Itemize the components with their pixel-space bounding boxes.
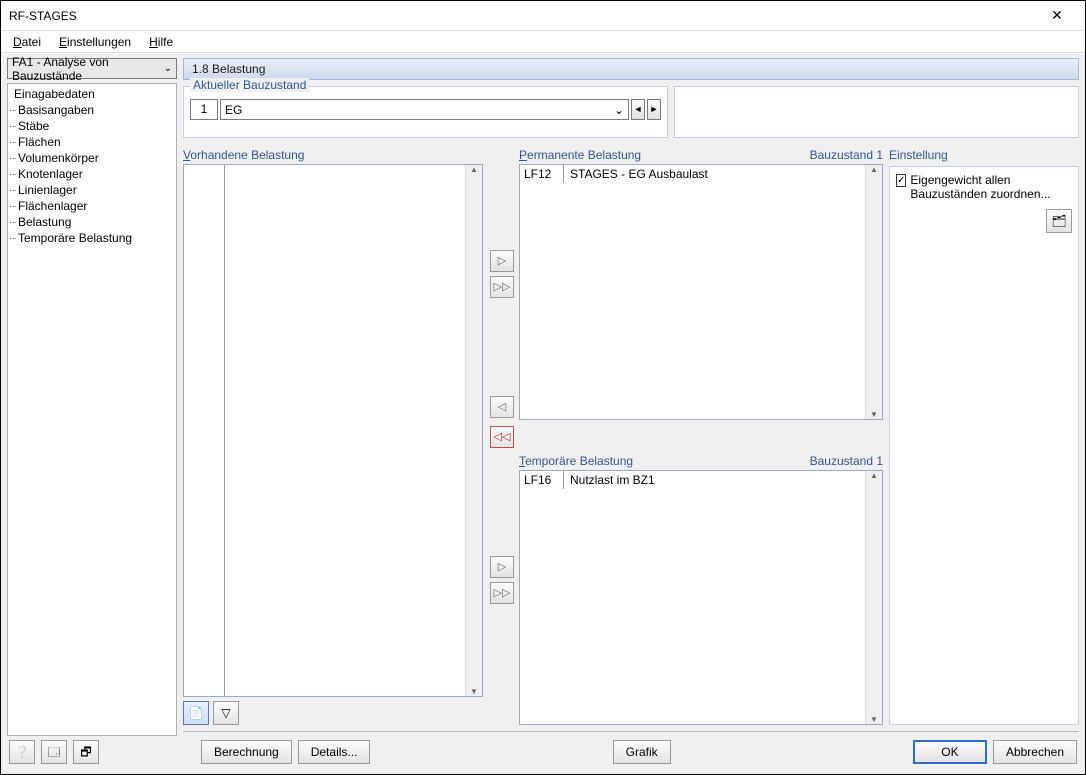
- bottombar: ❔ 🗔 🗗 Berechnung Details... Grafik OK Ab…: [1, 736, 1085, 774]
- bauzustand-select-text: EG: [225, 103, 242, 117]
- tree-item[interactable]: Volumenkörper: [8, 150, 176, 166]
- move-right-temp[interactable]: ▷: [490, 556, 514, 578]
- menubar: Datei Einstellungen Hilfe: [1, 31, 1085, 53]
- bauzustand-number[interactable]: 1: [190, 99, 218, 120]
- bauzustand-select[interactable]: EG ⌄: [220, 99, 629, 120]
- list-tool-doc[interactable]: 📄: [183, 701, 209, 725]
- list-item[interactable]: LF16 Nutzlast im BZ1: [520, 471, 865, 489]
- tree-item[interactable]: Flächenlager: [8, 198, 176, 214]
- bauzustand-label: Aktueller Bauzustand: [190, 78, 309, 92]
- tree-item[interactable]: Basisangaben: [8, 102, 176, 118]
- window: RF-STAGES ✕ Datei Einstellungen Hilfe FA…: [0, 0, 1086, 775]
- temp-load-col: Temporäre Belastung Bauzustand 1 LF16 Nu…: [519, 454, 883, 726]
- move-left[interactable]: ◁: [490, 396, 514, 418]
- scrollbar[interactable]: [865, 471, 882, 725]
- grafik-button[interactable]: Grafik: [613, 740, 671, 764]
- analysis-combo-text: FA1 - Analyse von Bauzustände: [12, 55, 164, 83]
- move-right-all-temp[interactable]: ▷▷: [490, 582, 514, 604]
- move-right[interactable]: ▷: [490, 250, 514, 272]
- calc-button[interactable]: Berechnung: [201, 740, 292, 764]
- tree-item[interactable]: Linienlager: [8, 182, 176, 198]
- main: 1.8 Belastung Aktueller Bauzustand 1 EG …: [183, 58, 1079, 736]
- nav-tree: Einagabedaten Basisangaben Stäbe Flächen…: [7, 83, 177, 736]
- temp-load-header: Temporäre Belastung Bauzustand 1: [519, 454, 883, 468]
- ok-button[interactable]: OK: [913, 740, 987, 764]
- settings-box: ✓ Eigengewicht allen Bauzuständen zuordn…: [889, 166, 1079, 725]
- help-button[interactable]: ❔: [9, 740, 35, 764]
- close-icon[interactable]: ✕: [1037, 7, 1077, 24]
- menu-help[interactable]: Hilfe: [141, 33, 181, 51]
- scrollbar[interactable]: [465, 165, 482, 696]
- tool-b-button[interactable]: 🗗: [73, 740, 99, 764]
- chevron-down-icon: ⌄: [164, 63, 172, 74]
- tree-item[interactable]: Flächen: [8, 134, 176, 150]
- window-title: RF-STAGES: [9, 9, 1037, 23]
- menu-file[interactable]: Datei: [5, 33, 49, 51]
- perm-load-col: Permanente Belastung Bauzustand 1 LF12 S…: [519, 148, 883, 420]
- bauzustand-prev[interactable]: ◄: [631, 99, 645, 120]
- temp-load-list[interactable]: LF16 Nutzlast im BZ1: [519, 470, 883, 726]
- available-load-label: Vorhandene Belastung: [183, 148, 483, 162]
- checkbox-icon: ✓: [896, 174, 906, 187]
- details-button[interactable]: Details...: [298, 740, 371, 764]
- list-item[interactable]: LF12 STAGES - EG Ausbaulast: [520, 165, 865, 183]
- scrollbar[interactable]: [865, 165, 882, 419]
- titlebar: RF-STAGES ✕: [1, 1, 1085, 31]
- perm-load-list[interactable]: LF12 STAGES - EG Ausbaulast: [519, 164, 883, 420]
- move-col-top: ▷ ▷▷ ◁: [489, 148, 515, 420]
- menu-settings[interactable]: Einstellungen: [51, 33, 139, 51]
- tool-a-button[interactable]: 🗔: [41, 740, 67, 764]
- assign-selfweight-label: Eigengewicht allen Bauzuständen zuordnen…: [910, 173, 1072, 201]
- perm-load-header: Permanente Belastung Bauzustand 1: [519, 148, 883, 162]
- bauzustand-next[interactable]: ►: [647, 99, 661, 120]
- move-left-all[interactable]: ◁◁: [490, 426, 514, 448]
- body: FA1 - Analyse von Bauzustände ⌄ Einagabe…: [1, 53, 1085, 736]
- settings-col: Einstellung ✓ Eigengewicht allen Bauzust…: [889, 148, 1079, 725]
- chevron-down-icon: ⌄: [614, 103, 624, 117]
- tree-item[interactable]: Stäbe: [8, 118, 176, 134]
- tree-item[interactable]: Temporäre Belastung: [8, 230, 176, 246]
- tree-item[interactable]: Belastung: [8, 214, 176, 230]
- empty-panel: [674, 86, 1079, 138]
- assign-selfweight-checkbox[interactable]: ✓ Eigengewicht allen Bauzuständen zuordn…: [896, 173, 1072, 201]
- analysis-combo[interactable]: FA1 - Analyse von Bauzustände ⌄: [7, 58, 177, 79]
- settings-tool-button[interactable]: 🗂: [1046, 209, 1072, 233]
- tree-root[interactable]: Einagabedaten: [8, 86, 176, 102]
- page-title: 1.8 Belastung: [183, 58, 1079, 80]
- tree-item[interactable]: Knotenlager: [8, 166, 176, 182]
- available-load-list[interactable]: [183, 164, 483, 697]
- cancel-button[interactable]: Abbrechen: [993, 740, 1077, 764]
- move-col-bottom: ▷ ▷▷: [489, 454, 515, 726]
- bauzustand-group: Aktueller Bauzustand 1 EG ⌄ ◄ ►: [183, 86, 668, 138]
- sidebar: FA1 - Analyse von Bauzustände ⌄ Einagabe…: [7, 58, 177, 736]
- move-right-all[interactable]: ▷▷: [490, 276, 514, 298]
- available-load-col: Vorhandene Belastung 📄 ▽: [183, 148, 483, 725]
- settings-label: Einstellung: [889, 148, 1079, 162]
- separator: [183, 731, 1079, 732]
- list-tool-filter[interactable]: ▽: [213, 701, 239, 725]
